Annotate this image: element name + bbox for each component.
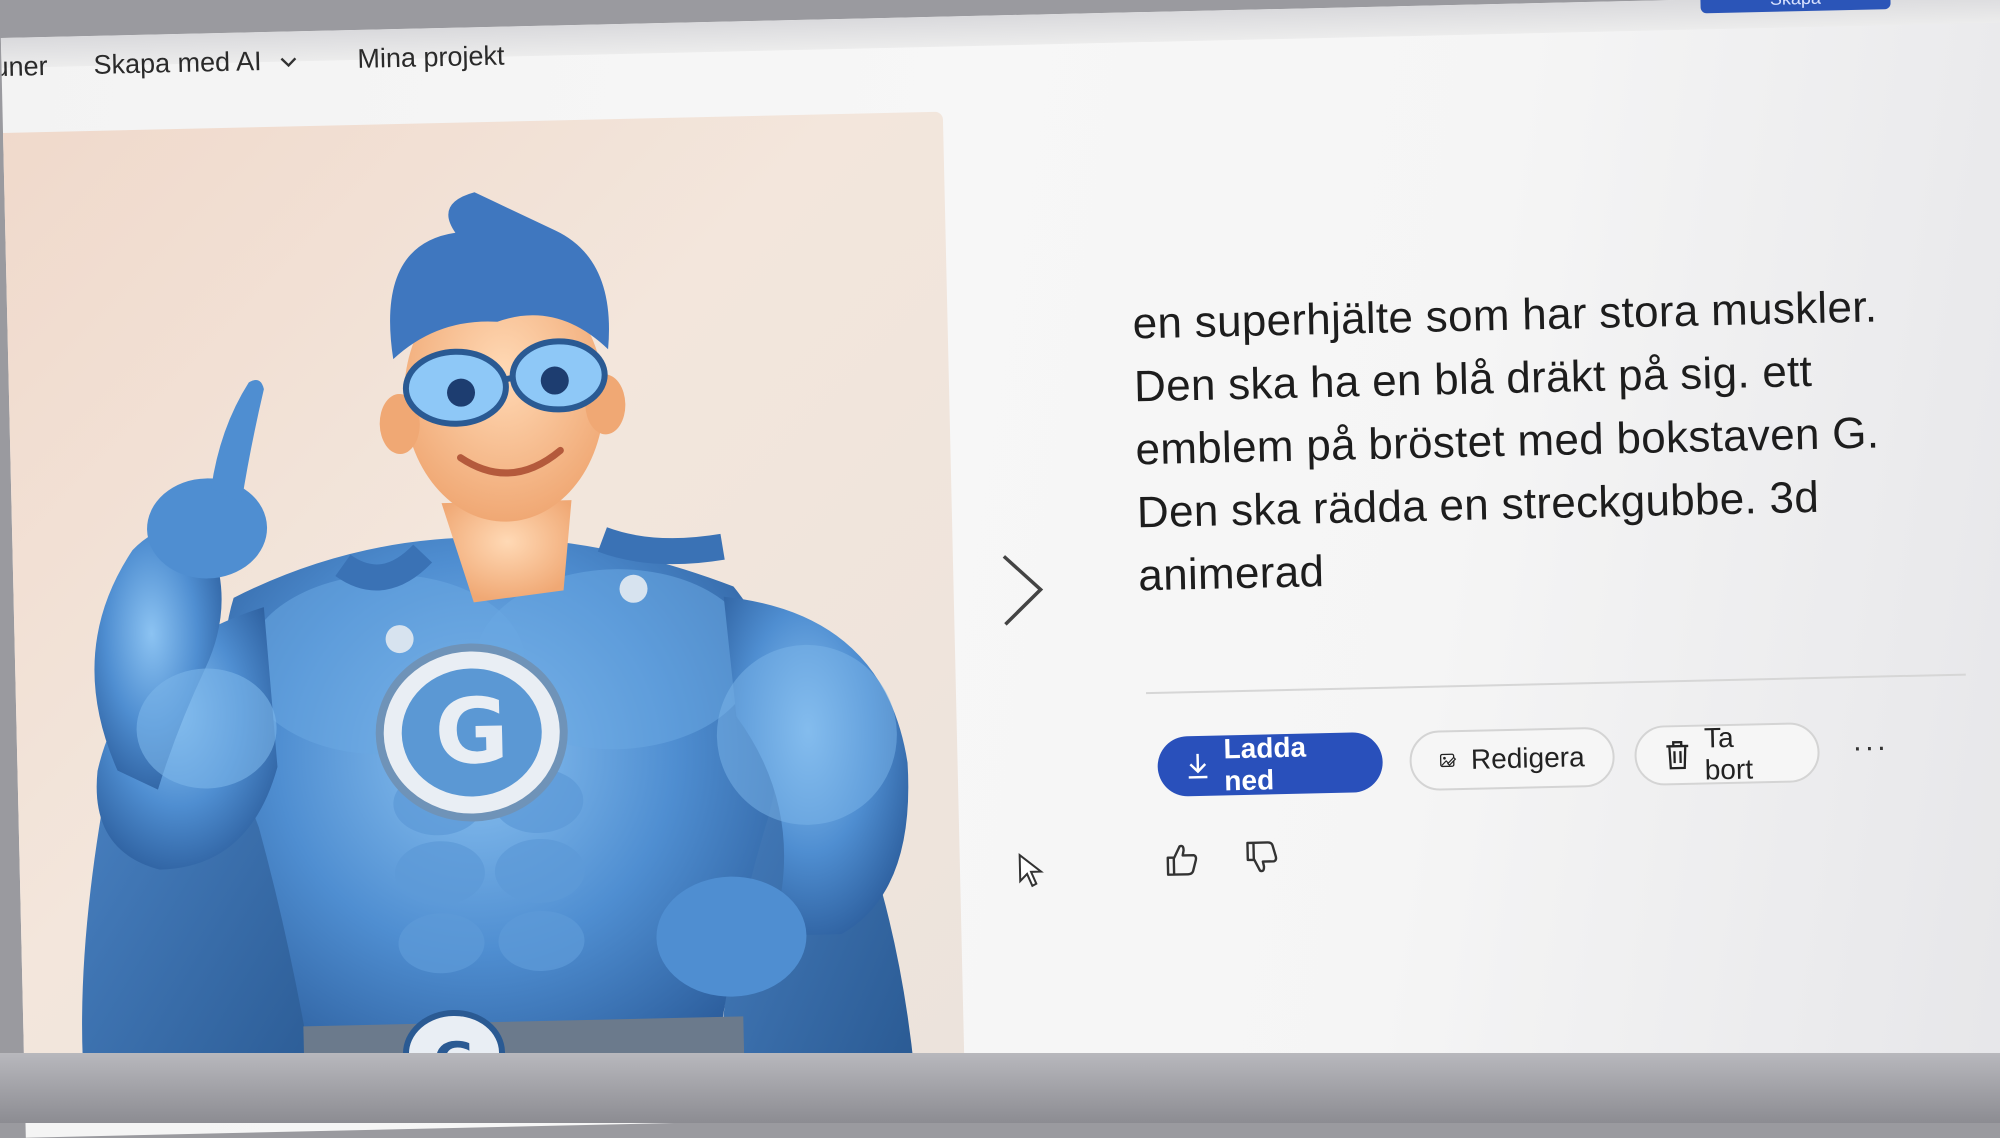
monitor-bezel [0, 1053, 2000, 1123]
thumbs-down-icon[interactable] [1244, 839, 1279, 876]
divider [1145, 673, 1966, 695]
download-button[interactable]: Ladda ned [1157, 731, 1384, 797]
nav-item-my-projects[interactable]: Mina projekt [357, 41, 505, 75]
chevron-right-icon[interactable] [998, 549, 1050, 630]
more-options-button[interactable]: ··· [1852, 730, 1889, 765]
superhero-image: G G [82, 192, 915, 1093]
chevron-down-icon [280, 57, 296, 68]
mouse-cursor-icon [1018, 853, 1044, 888]
top-bar [0, 0, 2000, 68]
nav-item-label: Skapa med AI [93, 46, 262, 80]
edit-label: Redigera [1470, 741, 1585, 775]
chest-emblem: G [375, 643, 568, 822]
nav-item-partial[interactable]: uner [1, 51, 48, 83]
trash-icon [1666, 740, 1689, 770]
delete-button[interactable]: Ta bort [1633, 721, 1821, 787]
thumbs-up-icon[interactable] [1164, 841, 1199, 878]
edit-image-icon [1439, 753, 1457, 768]
generated-image[interactable]: G G [0, 111, 965, 1093]
download-label: Ladda ned [1223, 731, 1307, 797]
prompt-text: en superhjälte som har stora muskler. De… [1132, 282, 1880, 601]
download-icon [1188, 753, 1208, 779]
delete-label: Ta bort [1703, 721, 1754, 786]
edit-button[interactable]: Redigera [1408, 726, 1616, 792]
app-screen: Skapa uner Skapa med AI Mina projekt [0, 0, 2000, 1138]
emblem-letter: G [434, 679, 510, 786]
nav-item-create-with-ai[interactable]: Skapa med AI [93, 45, 297, 81]
